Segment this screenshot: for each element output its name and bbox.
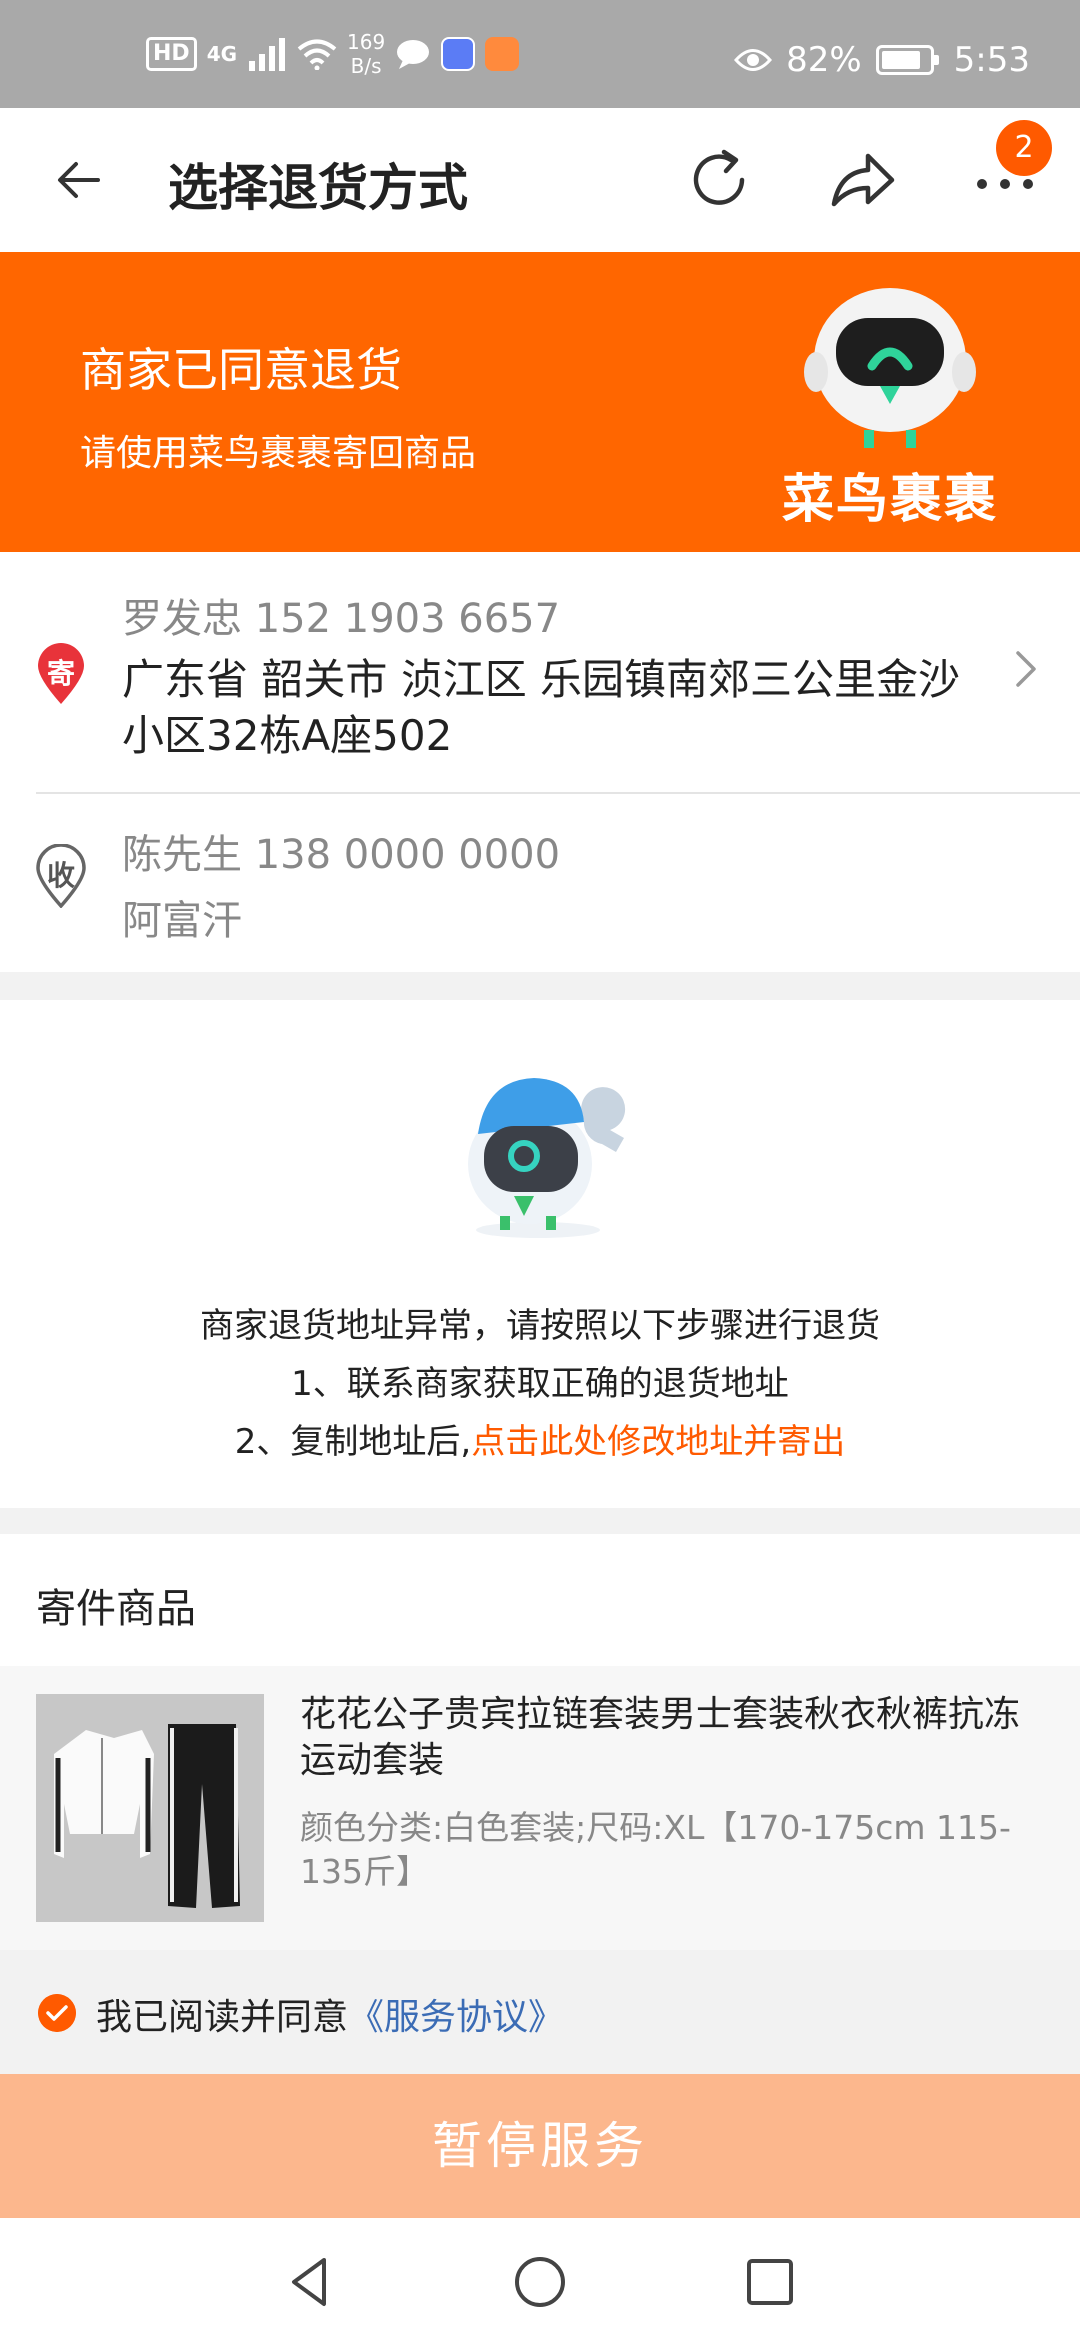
receiver-address: 收 陈先生 138 0000 0000 阿富汗 xyxy=(0,794,1080,972)
agree-checkbox[interactable] xyxy=(38,1994,76,2032)
notice-line-1: 商家退货地址异常，请按照以下步骤进行退货 xyxy=(200,1306,880,1346)
modify-address-link[interactable]: 点击此处修改地址并寄出 xyxy=(471,1422,845,1462)
message-icon xyxy=(397,40,430,69)
notice-line-3-prefix: 2、复制地址后, xyxy=(234,1422,472,1462)
share-icon[interactable] xyxy=(828,146,898,216)
nav-recents-square-icon[interactable] xyxy=(740,2252,800,2312)
chevron-right-icon xyxy=(1016,651,1036,687)
sender-name-phone: 罗发忠 152 1903 6657 xyxy=(122,596,561,642)
nav-home-circle-icon[interactable] xyxy=(510,2252,570,2312)
agreement-text: 我已阅读并同意《服务协议》 xyxy=(96,1988,564,2040)
goods-section: 寄件商品 花花公子贵宾拉链套装男士套装秋衣秋裤抗冻运动套装 颜色分类:白色套装;… xyxy=(0,1534,1080,1950)
cainiao-logo-text: 菜鸟裹裹 xyxy=(781,470,998,530)
status-right-icons: 82% 5:53 xyxy=(734,40,1030,80)
music-app-icon xyxy=(441,37,476,71)
banner-subheading: 请使用菜鸟裹裹寄回商品 xyxy=(80,433,477,474)
tracksuit-image xyxy=(36,1694,264,1922)
receiver-name-phone: 陈先生 138 0000 0000 xyxy=(122,832,561,878)
goods-item[interactable]: 花花公子贵宾拉链套装男士套装秋衣秋裤抗冻运动套装 颜色分类:白色套装;尺码:XL… xyxy=(0,1666,1080,1950)
notification-badge: 2 xyxy=(996,120,1052,176)
status-banner: 商家已同意退货 请使用菜鸟裹裹寄回商品 菜鸟裹裹 xyxy=(0,252,1080,552)
notice-line-3: 2、复制地址后,点击此处修改地址并寄出 xyxy=(0,1414,1080,1463)
repair-robot-illustration xyxy=(468,1078,626,1238)
hd-indicator: HD xyxy=(146,37,197,71)
system-nav-bar xyxy=(0,2218,1080,2340)
cainiao-robot-icon xyxy=(804,288,976,448)
address-card[interactable]: 寄 罗发忠 152 1903 6657 广东省 韶关市 浈江区 乐园镇南郊三公里… xyxy=(0,552,1080,972)
back-arrow-icon[interactable] xyxy=(50,150,110,210)
battery-icon xyxy=(875,45,939,75)
goods-section-title: 寄件商品 xyxy=(36,1586,196,1632)
receiver-pin-label: 收 xyxy=(46,859,75,892)
pause-service-button[interactable]: 暂停服务 xyxy=(0,2074,1080,2218)
clock: 5:53 xyxy=(953,40,1030,80)
page-title: 选择退货方式 xyxy=(168,159,468,217)
notice-line-2: 1、联系商家获取正确的退货地址 xyxy=(291,1364,789,1404)
signal-icon xyxy=(249,38,286,71)
health-app-icon xyxy=(485,37,520,71)
agreement-label: 我已阅读并同意 xyxy=(96,1997,349,2038)
sender-address-text: 广东省 韶关市 浈江区 乐园镇南郊三公里金沙小区32栋A座502 xyxy=(122,655,961,760)
sender-address[interactable]: 寄 罗发忠 152 1903 6657 广东省 韶关市 浈江区 乐园镇南郊三公里… xyxy=(0,552,1080,792)
battery-percent: 82% xyxy=(786,40,862,80)
banner-heading: 商家已同意退货 xyxy=(80,343,402,397)
product-spec: 颜色分类:白色套装;尺码:XL【170-175cm 115-135斤】 xyxy=(300,1808,1011,1891)
eye-icon xyxy=(734,49,773,71)
network-speed: 169 B/s xyxy=(347,30,386,78)
nav-header: 选择退货方式 2 xyxy=(0,108,1080,252)
return-notice: 商家退货地址异常，请按照以下步骤进行退货 1、联系商家获取正确的退货地址 2、复… xyxy=(0,1000,1080,1508)
product-name: 花花公子贵宾拉链套装男士套装秋衣秋裤抗冻运动套装 xyxy=(300,1694,1021,1781)
agreement-row: 我已阅读并同意《服务协议》 xyxy=(0,1950,1080,2074)
sender-pin-label: 寄 xyxy=(46,657,75,690)
status-bar: HD 4G 169 B/s 82% 5:53 xyxy=(0,0,1080,108)
product-image xyxy=(36,1694,264,1922)
service-agreement-link[interactable]: 《服务协议》 xyxy=(348,1997,564,2038)
cainiao-logo: 菜鸟裹裹 xyxy=(780,282,1000,532)
receiver-address-text: 阿富汗 xyxy=(122,898,242,944)
nav-back-triangle-icon[interactable] xyxy=(280,2252,340,2312)
status-left-icons: HD 4G 169 B/s xyxy=(146,30,520,78)
refresh-icon[interactable] xyxy=(684,146,754,216)
wifi-icon xyxy=(297,39,337,70)
network-type: 4G xyxy=(206,42,238,66)
